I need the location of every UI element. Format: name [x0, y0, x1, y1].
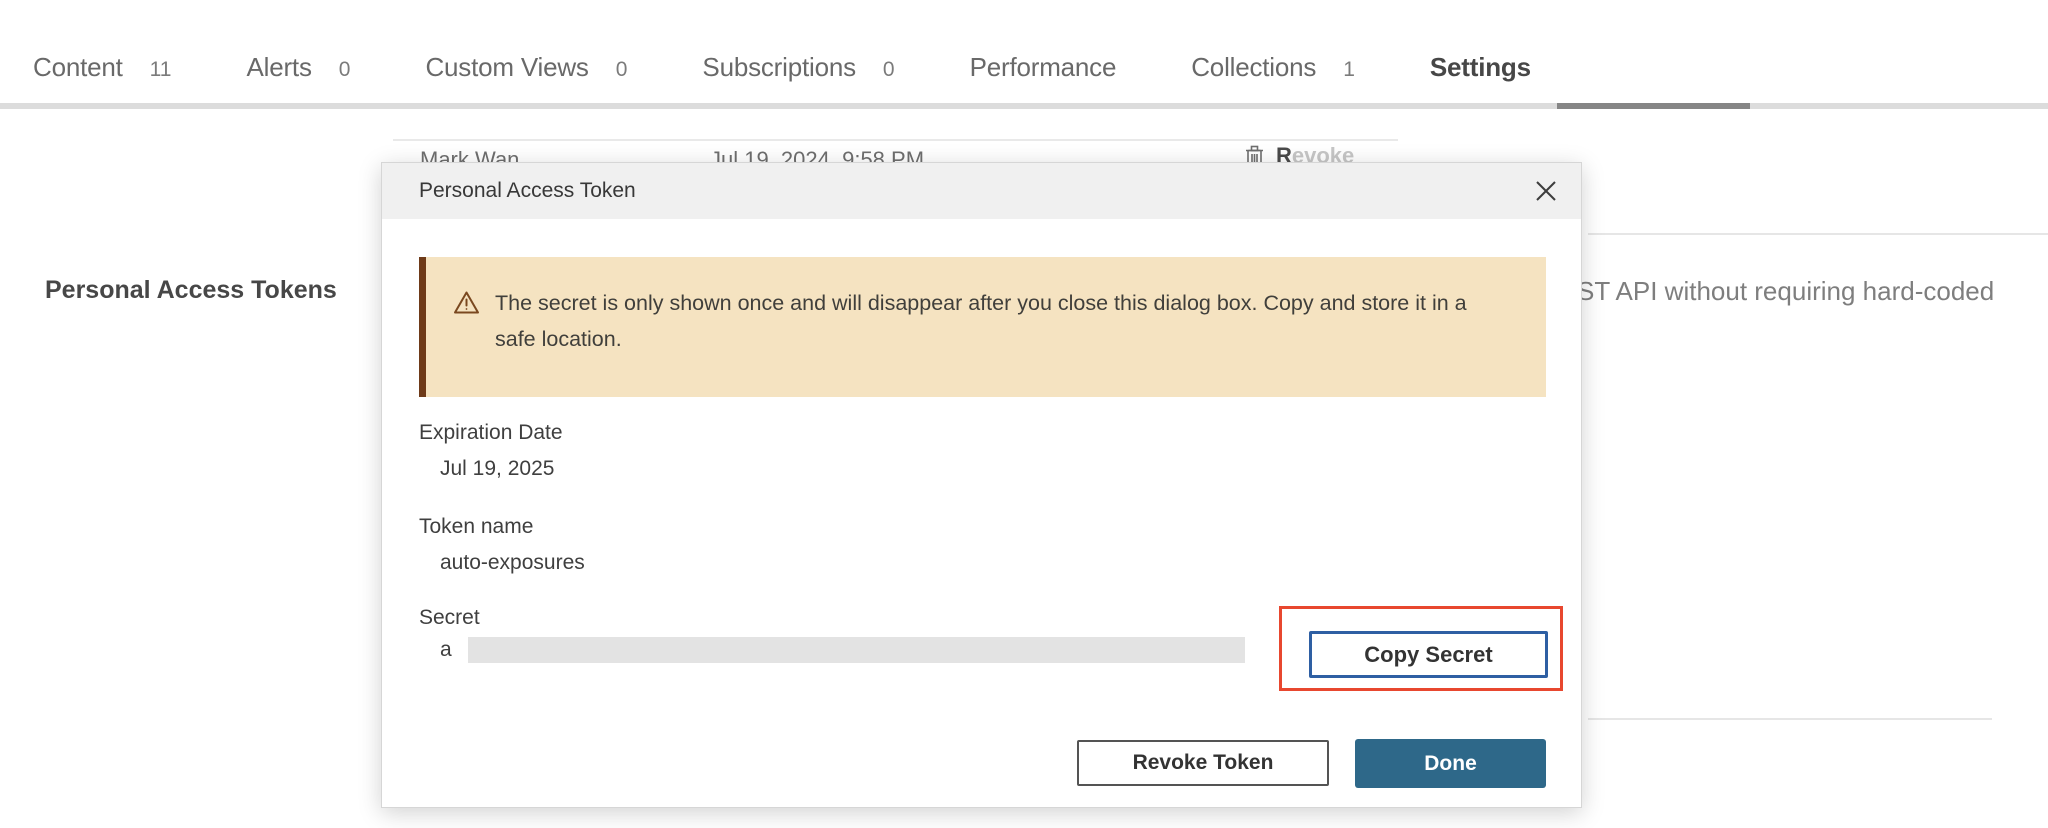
tab-content[interactable]: Content 11 — [33, 52, 171, 83]
tab-count: 0 — [339, 58, 351, 82]
right-panel-divider-top — [1588, 233, 2048, 235]
secret-value-row: a — [440, 637, 1245, 663]
token-name-value: auto-exposures — [440, 551, 585, 575]
tab-label: Content — [33, 52, 123, 83]
tab-label: Collections — [1191, 52, 1316, 83]
tab-count: 0 — [883, 58, 895, 82]
done-button[interactable]: Done — [1355, 739, 1546, 788]
expiration-date-label: Expiration Date — [419, 421, 563, 445]
description-text-clipped: ST API without requiring hard-coded — [1577, 276, 1994, 307]
right-panel-divider-bottom — [1588, 718, 1992, 720]
tab-label: Alerts — [246, 52, 311, 83]
tab-performance[interactable]: Performance — [970, 52, 1117, 83]
tab-label: Settings — [1430, 52, 1531, 83]
expiration-date-value: Jul 19, 2025 — [440, 457, 554, 481]
secret-warning-banner: The secret is only shown once and will d… — [419, 257, 1546, 397]
tab-count: 0 — [616, 58, 628, 82]
personal-access-token-dialog: Personal Access Token The secret is only… — [381, 162, 1582, 808]
tab-settings[interactable]: Settings — [1430, 52, 1531, 83]
dialog-header: Personal Access Token — [382, 163, 1581, 219]
dialog-title: Personal Access Token — [419, 179, 636, 203]
tab-active-indicator — [1557, 103, 1750, 109]
page: Content 11 Alerts 0 Custom Views 0 Subsc… — [0, 0, 2048, 828]
secret-value-visible: a — [440, 638, 452, 662]
tab-count: 11 — [150, 58, 172, 82]
revoke-token-button[interactable]: Revoke Token — [1077, 740, 1329, 786]
warning-icon — [453, 290, 480, 315]
tab-label: Subscriptions — [702, 52, 855, 83]
tab-count: 1 — [1343, 58, 1355, 82]
section-heading: Personal Access Tokens — [45, 276, 337, 305]
tab-bar: Content 11 Alerts 0 Custom Views 0 Subsc… — [0, 0, 2048, 109]
close-icon[interactable] — [1531, 176, 1561, 206]
tab-custom-views[interactable]: Custom Views 0 — [425, 52, 627, 83]
tab-label: Performance — [970, 52, 1117, 83]
secret-label: Secret — [419, 606, 480, 630]
warning-text: The secret is only shown once and will d… — [495, 285, 1505, 357]
tab-subscriptions[interactable]: Subscriptions 0 — [702, 52, 894, 83]
tab-label: Custom Views — [425, 52, 588, 83]
secret-redacted-bar — [468, 637, 1245, 663]
copy-secret-button[interactable]: Copy Secret — [1309, 631, 1548, 678]
tab-alerts[interactable]: Alerts 0 — [246, 52, 350, 83]
background-row-divider — [393, 139, 1398, 141]
token-name-label: Token name — [419, 515, 533, 539]
tab-collections[interactable]: Collections 1 — [1191, 52, 1355, 83]
